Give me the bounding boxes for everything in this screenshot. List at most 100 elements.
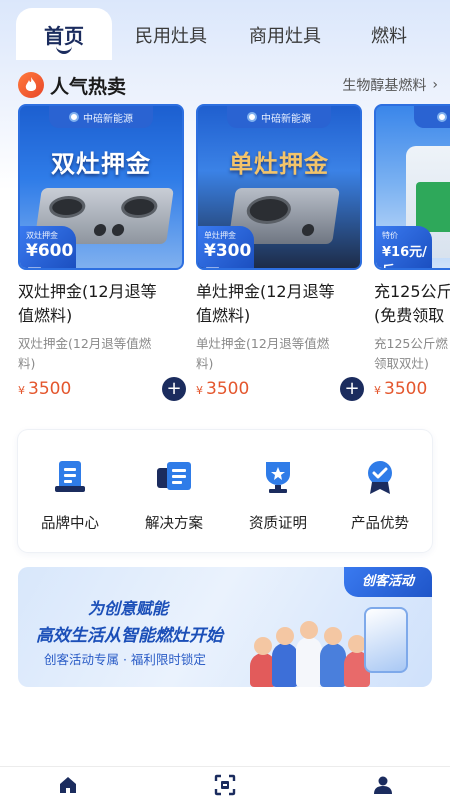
solutions-label: 解决方案 [145, 516, 203, 532]
tab-civil-stoves[interactable]: 民用灶具 [126, 22, 216, 48]
price-row: ¥3500 + [18, 376, 186, 402]
product-title-line: 单灶押金(12月退等 [196, 282, 335, 301]
brand-center-button[interactable]: 品牌中心 [18, 458, 122, 533]
banner-headline-2: 高效生活从智能燃灶开始 [36, 626, 223, 646]
tab-home-label: 首页 [44, 24, 84, 48]
tab-active-indicator [56, 46, 72, 54]
product-image-headline: 单灶押金 [229, 150, 329, 178]
brand-banner: 中碚新能源 [49, 106, 153, 128]
product-advantage-button[interactable]: 产品优势 [328, 458, 432, 533]
nav-home[interactable] [53, 773, 83, 797]
phone-illustration [364, 607, 408, 673]
product-subtitle-line: 领取双灶) [374, 356, 429, 371]
product-price: ¥3500 [18, 379, 71, 399]
user-icon [374, 776, 392, 794]
brand-banner-text: 中碚新能源 [261, 113, 311, 125]
tab-commercial-stoves[interactable]: 商用灶具 [240, 22, 330, 48]
product-image: 特价 ¥16元/斤 [374, 104, 450, 270]
product-subtitle-line: 双灶押金(12月退等值燃 [18, 336, 152, 351]
hot-sale-title: 人气热卖 [50, 75, 127, 98]
price-row: ¥3500 + [196, 376, 364, 402]
product-price: ¥3500 [196, 379, 249, 399]
tab-civil-stoves-label: 民用灶具 [135, 26, 207, 47]
product-image: 中碚新能源 双灶押金 双灶押金 ¥600元 [18, 104, 184, 270]
product-image-headline: 双灶押金 [51, 150, 151, 178]
price-badge-value: ¥300元 [204, 241, 252, 268]
scan-icon [214, 774, 236, 796]
banner-headline-1: 为创意赋能 [88, 599, 169, 618]
product-price-value: 3500 [206, 379, 250, 399]
banner-tag: 创客活动 [344, 567, 432, 597]
price-badge: 双灶押金 ¥600元 [20, 226, 76, 268]
qualification-label: 资质证明 [249, 516, 307, 532]
product-subtitle-line: 单灶押金(12月退等值燃 [196, 336, 330, 351]
price-badge-label: 单灶押金 [204, 231, 236, 240]
tab-fuel[interactable]: 燃料 [360, 22, 418, 48]
document-icon [51, 458, 89, 496]
price-badge-value: ¥16元/斤 [382, 245, 427, 268]
product-title-line: 双灶押金(12月退等 [18, 282, 157, 301]
product-title-line: 值燃料) [18, 306, 73, 325]
category-tabs: 首页 民用灶具 商用灶具 燃料 [0, 8, 450, 60]
maker-activity-banner[interactable]: 创客活动 为创意赋能 高效生活从智能燃灶开始 创客活动专属 · 福利限时锁定 [18, 567, 432, 687]
product-image: 中碚新能源 单灶押金 单灶押金 ¥300元 [196, 104, 362, 270]
solutions-button[interactable]: 解决方案 [122, 458, 226, 533]
product-title-line: (免费领取 [374, 306, 445, 325]
brand-banner: 中碚新能源 [227, 106, 331, 128]
brand-logo-icon [247, 112, 257, 122]
add-to-cart-button[interactable]: + [162, 377, 186, 401]
currency-symbol: ¥ [374, 384, 381, 397]
product-subtitle: 双灶押金(12月退等值燃 料) [18, 334, 186, 374]
home-icon [60, 777, 76, 793]
solution-list-icon [155, 458, 193, 496]
price-badge: 单灶押金 ¥300元 [198, 226, 254, 268]
product-price: ¥3500 [374, 379, 427, 399]
tab-home[interactable]: 首页 [16, 8, 112, 60]
product-carousel[interactable]: 中碚新能源 双灶押金 双灶押金 ¥600元 双灶押金(12月退等 值燃料) 双灶… [18, 104, 450, 404]
bottom-navigation [0, 766, 450, 800]
product-subtitle-line: 料) [196, 356, 214, 371]
fuel-category-link[interactable]: 生物醇基燃料 › [342, 75, 438, 95]
product-subtitle: 单灶押金(12月退等值燃 料) [196, 334, 364, 374]
product-subtitle-line: 料) [18, 356, 36, 371]
fuel-category-link-label: 生物醇基燃料 [342, 78, 427, 94]
medal-icon [361, 458, 399, 496]
product-price-value: 3500 [384, 379, 428, 399]
product-card[interactable]: 中碚新能源 单灶押金 单灶押金 ¥300元 单灶押金(12月退等 值燃料) 单灶… [196, 104, 364, 404]
product-subtitle-line: 充125公斤燃 [374, 336, 448, 351]
nav-scan[interactable] [210, 773, 240, 797]
trophy-icon [259, 458, 297, 496]
product-title: 单灶押金(12月退等 值燃料) [196, 280, 364, 328]
product-subtitle: 充125公斤燃 领取双灶) [374, 334, 450, 374]
chevron-right-icon: › [432, 77, 438, 93]
price-badge: 特价 ¥16元/斤 [376, 226, 432, 268]
brand-logo-icon [69, 112, 79, 122]
currency-symbol: ¥ [18, 384, 25, 397]
product-title: 双灶押金(12月退等 值燃料) [18, 280, 186, 328]
fire-icon [18, 72, 44, 98]
nav-profile[interactable] [368, 773, 398, 797]
banner-subtext: 创客活动专属 · 福利限时锁定 [44, 652, 206, 667]
hot-sale-header: 人气热卖 生物醇基燃料 › [18, 70, 438, 100]
brand-logo-icon [437, 112, 447, 122]
brand-center-label: 品牌中心 [41, 516, 99, 532]
product-price-value: 3500 [28, 379, 72, 399]
product-card[interactable]: 特价 ¥16元/斤 充125公斤 (免费领取 充125公斤燃 领取双灶) ¥35… [374, 104, 450, 404]
currency-symbol: ¥ [196, 384, 203, 397]
add-to-cart-button[interactable]: + [340, 377, 364, 401]
tab-fuel-label: 燃料 [371, 26, 407, 47]
product-title: 充125公斤 (免费领取 [374, 280, 450, 328]
product-card[interactable]: 中碚新能源 双灶押金 双灶押金 ¥600元 双灶押金(12月退等 值燃料) 双灶… [18, 104, 186, 404]
product-title-line: 充125公斤 [374, 282, 450, 301]
product-title-line: 值燃料) [196, 306, 251, 325]
product-advantage-label: 产品优势 [351, 516, 409, 532]
price-row: ¥3500 [374, 376, 450, 402]
service-shortcuts: 品牌中心 解决方案 资质证明 产品优势 [18, 430, 432, 552]
price-badge-value: ¥600元 [26, 241, 74, 268]
brand-banner-text: 中碚新能源 [83, 113, 133, 125]
price-badge-label: 双灶押金 [26, 231, 58, 240]
tab-commercial-stoves-label: 商用灶具 [249, 26, 321, 47]
people-illustration [250, 621, 370, 687]
brand-banner [414, 106, 450, 128]
qualification-button[interactable]: 资质证明 [226, 458, 330, 533]
